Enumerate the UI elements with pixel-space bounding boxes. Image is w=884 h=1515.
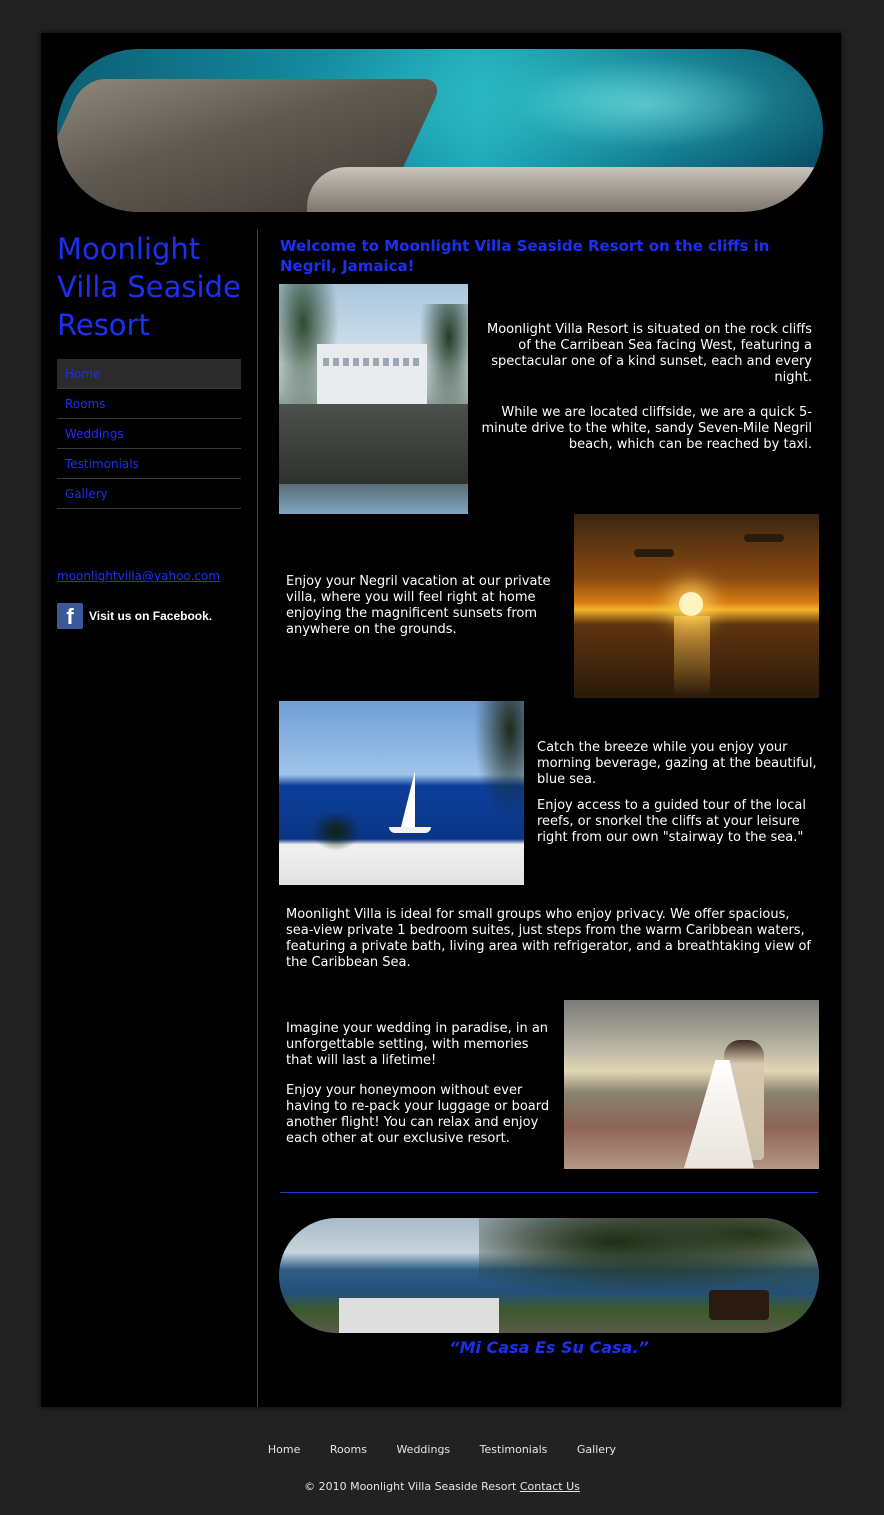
villa-location-text: Moonlight Villa Resort is situated on th… [487, 322, 812, 385]
footer-link-weddings[interactable]: Weddings [396, 1443, 450, 1456]
facebook-icon: f [57, 603, 83, 629]
header-banner-image [57, 49, 823, 212]
footer-link-testimonials[interactable]: Testimonials [480, 1443, 548, 1456]
villa-photo [279, 284, 468, 514]
breeze-text: Catch the breeze while you enjoy your mo… [537, 740, 817, 787]
sidebar-divider [257, 229, 258, 1407]
nav-item-testimonials[interactable]: Testimonials [57, 449, 241, 479]
nav-item-rooms[interactable]: Rooms [57, 389, 241, 419]
honeymoon-text: Enjoy your honeymoon without ever having… [286, 1083, 550, 1146]
panorama-photo [279, 1218, 819, 1333]
footer-link-home[interactable]: Home [268, 1443, 300, 1456]
welcome-heading: Welcome to Moonlight Villa Seaside Resor… [280, 237, 770, 275]
footer-link-gallery[interactable]: Gallery [577, 1443, 616, 1456]
sunset-photo [574, 514, 819, 698]
small-groups-text: Moonlight Villa is ideal for small group… [286, 907, 811, 970]
content-divider [280, 1192, 818, 1193]
site-title[interactable]: Moonlight Villa Seaside Resort [57, 230, 247, 344]
copyright: © 2010 Moonlight Villa Seaside Resort Co… [0, 1480, 884, 1493]
reef-tour-text: Enjoy access to a guided tour of the loc… [537, 798, 806, 845]
facebook-link[interactable]: f Visit us on Facebook. [57, 603, 212, 629]
page-container: Moonlight Villa Seaside Resort Home Room… [41, 33, 841, 1407]
footer-nav: Home Rooms Weddings Testimonials Gallery [0, 1443, 884, 1456]
sidebar-nav: Home Rooms Weddings Testimonials Gallery [57, 359, 241, 509]
vacation-text: Enjoy your Negril vacation at our privat… [286, 574, 551, 637]
nav-item-gallery[interactable]: Gallery [57, 479, 241, 509]
wedding-text: Imagine your wedding in paradise, in an … [286, 1021, 549, 1068]
nav-item-home[interactable]: Home [57, 359, 241, 389]
wedding-photo [564, 1000, 819, 1169]
facebook-label: Visit us on Facebook. [89, 609, 213, 623]
email-link[interactable]: moonlightvilla@yahoo.com [57, 569, 220, 583]
copyright-text: © 2010 Moonlight Villa Seaside Resort [304, 1480, 517, 1493]
footer-link-rooms[interactable]: Rooms [330, 1443, 367, 1456]
motto-text: “Mi Casa Es Su Casa.” [449, 1338, 649, 1357]
beach-distance-text: While we are located cliffside, we are a… [481, 405, 812, 452]
contact-us-link[interactable]: Contact Us [520, 1480, 580, 1493]
sailboat-photo [279, 701, 524, 885]
nav-item-weddings[interactable]: Weddings [57, 419, 241, 449]
